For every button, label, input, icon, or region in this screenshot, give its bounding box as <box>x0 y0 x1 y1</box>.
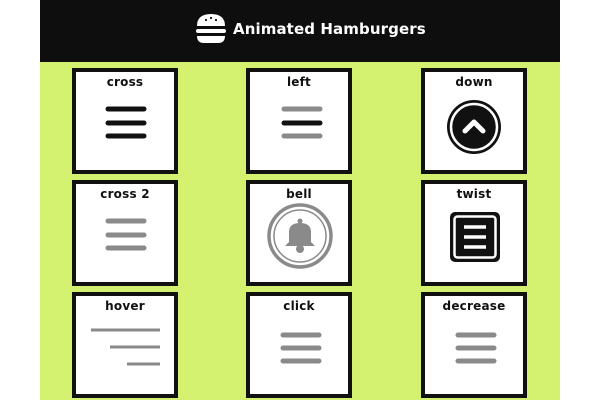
card-twist[interactable]: twist <box>421 180 527 286</box>
hamburger-menu-icon <box>105 218 147 251</box>
header: Animated Hamburgers <box>40 0 560 62</box>
card-down[interactable]: down <box>421 68 527 174</box>
hamburger-menu-icon <box>105 106 147 139</box>
staggered-lines-icon <box>91 328 160 366</box>
hamburger-menu-icon <box>280 332 322 364</box>
card-click[interactable]: click <box>246 292 352 398</box>
card-cross[interactable]: cross <box>72 68 178 174</box>
page-title: Animated Hamburgers <box>233 20 426 38</box>
card-hover[interactable]: hover <box>72 292 178 398</box>
card-left[interactable]: left <box>246 68 352 174</box>
boxed-menu-icon <box>450 212 500 262</box>
hamburger-menu-icon <box>455 332 497 364</box>
brand: Animated Hamburgers <box>193 9 426 49</box>
card-decrease[interactable]: decrease <box>421 292 527 398</box>
card-bell[interactable]: bell <box>246 180 352 286</box>
chevron-up-circle-icon <box>447 100 501 154</box>
hamburger-menu-icon <box>281 106 323 139</box>
card-cross-2[interactable]: cross 2 <box>72 180 178 286</box>
burger-icon <box>196 14 226 43</box>
bell-icon <box>267 203 333 269</box>
page: Animated Hamburgers cross left down cros… <box>40 0 560 400</box>
